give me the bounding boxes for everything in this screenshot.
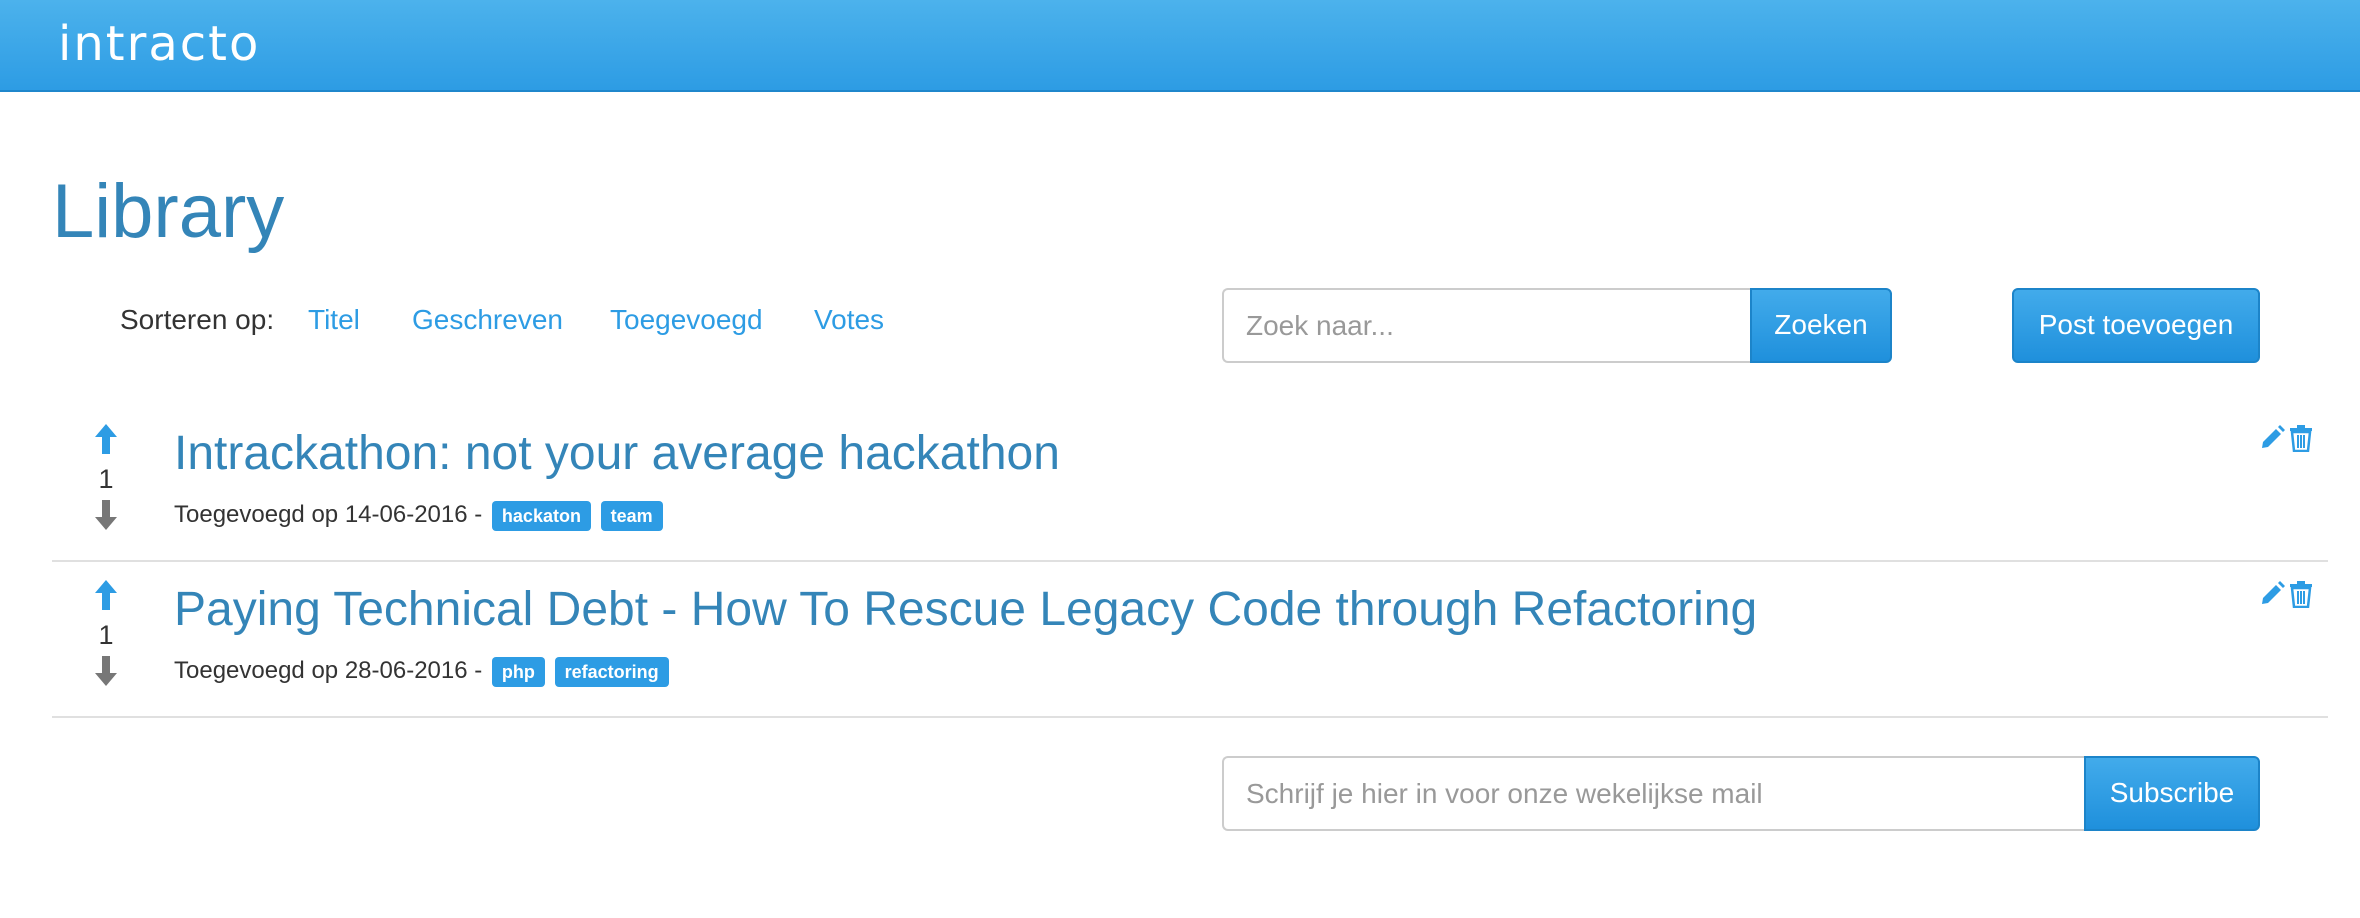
sort-by-written-link[interactable]: Geschreven xyxy=(412,304,563,336)
arrow-up-icon[interactable] xyxy=(86,424,126,456)
top-navbar: intracto xyxy=(0,0,2360,92)
post-item: 1 Paying Technical Debt - How To Rescue … xyxy=(52,560,2328,718)
post-date: Toegevoegd op 28-06-2016 - xyxy=(174,657,483,684)
newsletter-email-input[interactable] xyxy=(1222,756,2084,831)
post-meta: Toegevoegd op 28-06-2016 - php refactori… xyxy=(174,654,669,688)
tag-badge[interactable]: hackaton xyxy=(491,500,591,531)
tag-badge[interactable]: php xyxy=(491,656,545,687)
sort-by-title-link[interactable]: Titel xyxy=(308,304,360,336)
arrow-up-icon[interactable] xyxy=(86,580,126,612)
brand-logo[interactable]: intracto xyxy=(58,14,260,74)
sort-by-votes-link[interactable]: Votes xyxy=(814,304,884,336)
post-item: 1 Intrackathon: not your average hackath… xyxy=(52,404,2328,562)
post-date: Toegevoegd op 14-06-2016 - xyxy=(174,501,483,528)
search-button[interactable]: Zoeken xyxy=(1750,288,1892,363)
trash-icon[interactable] xyxy=(2288,580,2318,610)
tag-badge[interactable]: team xyxy=(600,500,663,531)
arrow-down-icon[interactable] xyxy=(86,656,126,688)
post-title-link[interactable]: Paying Technical Debt - How To Rescue Le… xyxy=(174,580,1757,640)
subscribe-button[interactable]: Subscribe xyxy=(2084,756,2260,831)
pencil-icon[interactable] xyxy=(2258,580,2288,610)
sort-by-added-link[interactable]: Toegevoegd xyxy=(610,304,763,336)
page-title: Library xyxy=(52,169,285,254)
vote-count: 1 xyxy=(98,464,114,494)
search-input[interactable] xyxy=(1222,288,1750,363)
trash-icon[interactable] xyxy=(2288,424,2318,454)
add-post-button[interactable]: Post toevoegen xyxy=(2012,288,2260,363)
post-meta: Toegevoegd op 14-06-2016 - hackaton team xyxy=(174,498,663,532)
vote-count: 1 xyxy=(98,620,114,650)
tag-badge[interactable]: refactoring xyxy=(554,656,669,687)
pencil-icon[interactable] xyxy=(2258,424,2288,454)
sort-label: Sorteren op: xyxy=(120,304,275,335)
arrow-down-icon[interactable] xyxy=(86,500,126,532)
post-title-link[interactable]: Intrackathon: not your average hackathon xyxy=(174,424,1060,484)
